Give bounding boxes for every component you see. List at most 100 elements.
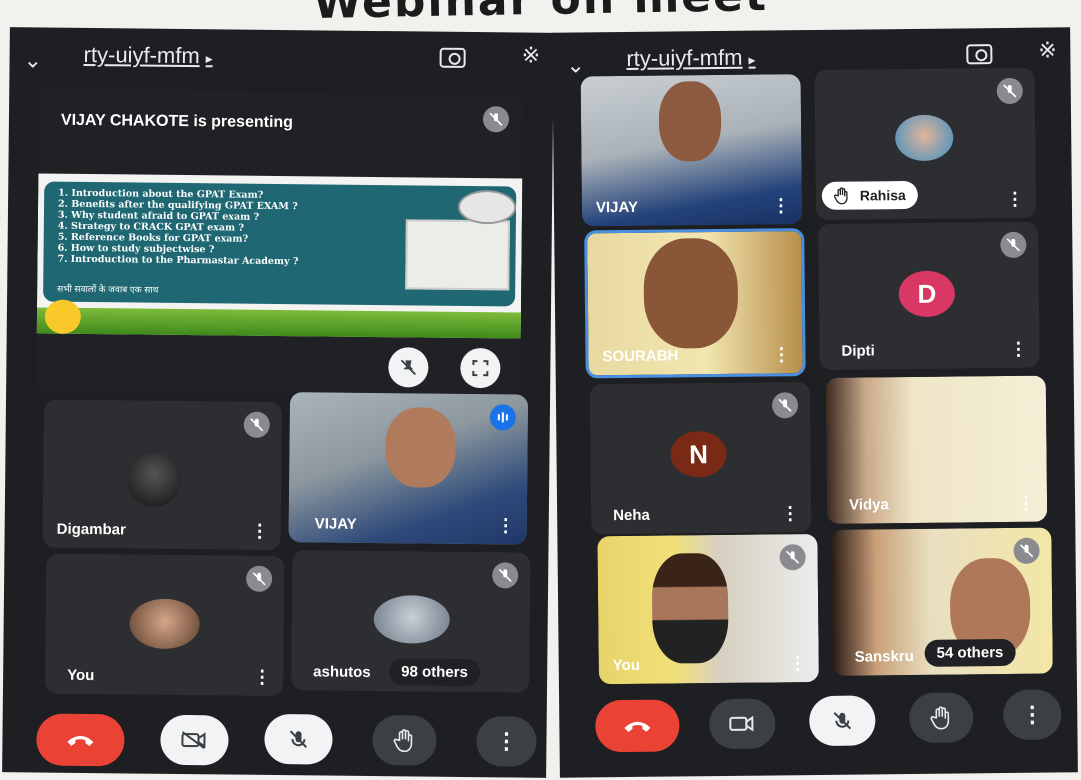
- more-vert-icon: ⋮: [495, 728, 518, 754]
- participant-tile-vijay[interactable]: VIJAY ⋮: [288, 392, 529, 545]
- participant-tile-digambar[interactable]: Digambar ⋮: [42, 399, 283, 551]
- slide-line: 7. Introduction to the Pharmastar Academ…: [57, 253, 299, 268]
- presentation-tile[interactable]: VIJAY CHAKOTE is presenting 1. Introduct…: [36, 89, 524, 395]
- mic-off-icon: [289, 730, 308, 749]
- participant-tile-vijay[interactable]: VIJAY ⋮: [580, 74, 803, 227]
- participant-name: Digambar: [56, 520, 126, 539]
- initial-avatar: N: [670, 430, 727, 478]
- raise-hand-icon: [833, 187, 848, 205]
- more-vert-icon[interactable]: ⋮: [789, 653, 807, 673]
- thinking-emoji-icon: [44, 299, 82, 334]
- more-vert-icon: ⋮: [1021, 701, 1044, 727]
- others-count-badge[interactable]: 54 others: [924, 638, 1016, 667]
- bluetooth-icon[interactable]: ※: [522, 43, 541, 69]
- mic-off-icon: [1013, 537, 1040, 564]
- participant-name: You: [612, 656, 641, 675]
- participant-name: SOURABH: [602, 347, 679, 366]
- chevron-right-icon: ▸: [748, 51, 756, 68]
- audio-level-icon: [489, 404, 516, 431]
- participant-face: [643, 237, 739, 349]
- more-vert-icon[interactable]: ⋮: [772, 195, 790, 215]
- fullscreen-icon[interactable]: [460, 347, 501, 389]
- more-vert-icon[interactable]: ⋮: [251, 521, 269, 541]
- participant-name: Sanskru: [854, 647, 914, 666]
- slide-hindi-text: सभी सवालों के जवाब एक साथ: [57, 283, 159, 295]
- raise-hand-button[interactable]: [372, 715, 437, 766]
- slide-agenda-list: 1. Introduction about the GPAT Exam? 2. …: [57, 188, 299, 268]
- more-vert-icon[interactable]: ⋮: [1017, 493, 1035, 513]
- more-vert-icon[interactable]: ⋮: [781, 503, 799, 523]
- presenting-label: VIJAY CHAKOTE is presenting: [60, 111, 294, 132]
- camera-toggle-button[interactable]: [160, 714, 229, 766]
- mic-off-icon: [1000, 231, 1027, 259]
- raise-hand-icon: [930, 706, 950, 730]
- end-call-button[interactable]: [36, 713, 125, 767]
- mic-off-icon: [243, 411, 270, 438]
- shared-slide: 1. Introduction about the GPAT Exam? 2. …: [36, 173, 523, 339]
- participant-tile-rahisa[interactable]: Rahisa ⋮: [814, 67, 1037, 220]
- others-count-badge[interactable]: 98 others: [389, 658, 481, 687]
- meeting-code[interactable]: rty-uiyf-mfm ▸: [626, 45, 755, 72]
- participant-tile-ashutos[interactable]: ashutos 98 others: [290, 550, 531, 693]
- slide-panel: 1. Introduction about the GPAT Exam? 2. …: [43, 181, 517, 307]
- participant-tile-you[interactable]: You ⋮: [597, 533, 819, 685]
- participant-tile-vidya[interactable]: Vidya ⋮: [825, 375, 1048, 524]
- participant-name: VIJAY: [595, 198, 639, 217]
- participant-face: [651, 552, 729, 664]
- chevron-down-icon[interactable]: ⌄: [23, 47, 42, 72]
- mic-off-icon: [492, 562, 519, 589]
- participant-name: You: [67, 666, 95, 685]
- right-phone-screen: ⌄ rty-uiyf-mfm ▸ ※ VIJAY ⋮ Rahisa ⋮ SOURA…: [552, 27, 1078, 778]
- camera-off-icon: [181, 731, 206, 750]
- mic-off-icon: [833, 712, 852, 730]
- raise-hand-button[interactable]: [909, 692, 974, 744]
- participant-tile-sanskru[interactable]: Sanskru 54 others: [831, 527, 1053, 676]
- initial-avatar: D: [898, 270, 956, 318]
- mic-off-icon: [996, 77, 1023, 105]
- slide-image: [405, 219, 510, 291]
- slide-grass-decoration: [36, 307, 521, 339]
- pin-off-button[interactable]: [388, 347, 429, 388]
- more-vert-icon[interactable]: ⋮: [497, 515, 515, 535]
- participant-tile-dipti[interactable]: D Dipti ⋮: [818, 221, 1040, 370]
- participant-tile-you[interactable]: You ⋮: [44, 553, 285, 697]
- more-vert-icon[interactable]: ⋮: [1006, 189, 1024, 209]
- meeting-code-text: rty-uiyf-mfm: [83, 41, 200, 69]
- mic-toggle-button[interactable]: [809, 695, 876, 747]
- bluetooth-icon[interactable]: ※: [1038, 37, 1057, 63]
- more-vert-icon[interactable]: ⋮: [253, 667, 271, 687]
- left-phone-screen: ⌄ rty-uiyf-mfm ▸ ※ VIJAY CHAKOTE is prese…: [2, 27, 554, 778]
- participant-name: ashutos: [313, 663, 371, 681]
- avatar: [126, 452, 182, 507]
- camera-switch-icon[interactable]: [966, 44, 993, 65]
- mic-off-icon: [246, 565, 273, 592]
- participant-face: [385, 407, 456, 488]
- participant-name: Vidya: [848, 496, 889, 514]
- end-call-icon: [67, 735, 94, 747]
- chevron-right-icon: ▸: [205, 50, 213, 67]
- avatar: [894, 114, 954, 162]
- participant-tile-neha[interactable]: N Neha ⋮: [589, 382, 812, 535]
- participant-face: [658, 80, 722, 162]
- more-options-button[interactable]: ⋮: [476, 716, 537, 767]
- more-vert-icon[interactable]: ⋮: [772, 344, 790, 364]
- more-options-button[interactable]: ⋮: [1003, 689, 1062, 741]
- mic-toggle-button[interactable]: [264, 713, 333, 765]
- end-call-button[interactable]: [595, 699, 680, 753]
- participant-name: Dipti: [841, 342, 875, 360]
- meeting-code[interactable]: rty-uiyf-mfm ▸: [83, 41, 213, 69]
- raise-hand-icon: [393, 729, 413, 753]
- participant-name: Rahisa: [859, 187, 906, 204]
- meeting-code-text: rty-uiyf-mfm: [626, 44, 743, 71]
- mic-off-icon: [482, 106, 510, 133]
- camera-toggle-button[interactable]: [709, 698, 776, 750]
- camera-switch-icon[interactable]: [439, 47, 466, 68]
- avatar: [129, 598, 200, 650]
- chevron-down-icon[interactable]: ⌄: [566, 52, 585, 77]
- more-vert-icon[interactable]: ⋮: [1009, 339, 1027, 359]
- camera-icon: [729, 715, 754, 732]
- participant-name: Neha: [613, 506, 650, 525]
- mic-off-icon: [771, 392, 799, 419]
- participant-tile-sourabh[interactable]: SOURABH ⋮: [584, 228, 806, 379]
- participant-name: VIJAY: [314, 515, 357, 533]
